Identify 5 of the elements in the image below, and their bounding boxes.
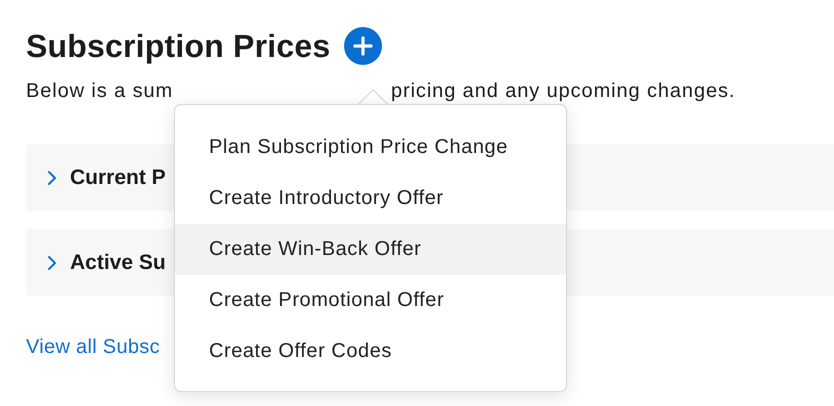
description-text: Below is a sum [26,80,174,102]
section-title: Active Su [70,250,166,274]
description-text: pricing and any upcoming changes. [391,80,736,102]
section-title: Current P [70,166,166,190]
page-title: Subscription Prices [26,28,330,64]
